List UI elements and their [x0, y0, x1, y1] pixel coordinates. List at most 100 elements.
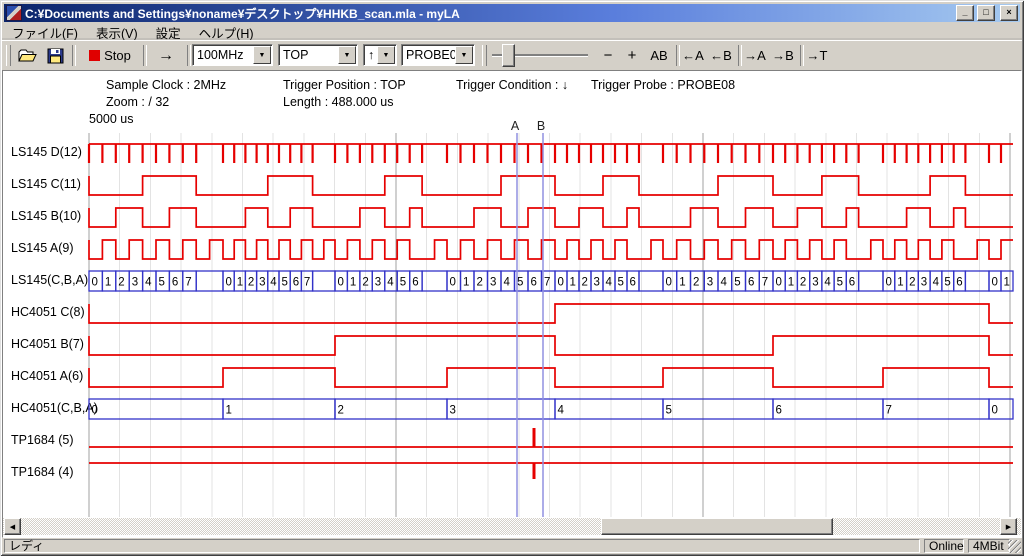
bus-cell-label: 3: [812, 277, 818, 289]
trigger-probe-combo[interactable]: PROBE00 ▼: [401, 44, 475, 66]
bus-cell-label: 2: [362, 277, 368, 289]
stop-label: Stop: [104, 48, 131, 63]
bus-cell-label: 4: [606, 277, 613, 289]
set-b-button[interactable]: →B: [770, 44, 796, 67]
bus-cell-label: 6: [293, 277, 299, 289]
sample-clock-combo[interactable]: 100MHz ▼: [192, 44, 273, 66]
bus-cell-label: 2: [118, 277, 124, 289]
toolbar-grip[interactable]: [6, 45, 11, 66]
bus-cell-label: 4: [721, 277, 728, 289]
bus-cell-label: 6: [412, 277, 418, 289]
chevron-down-icon[interactable]: ▼: [338, 46, 356, 64]
chevron-down-icon[interactable]: ▼: [253, 46, 271, 64]
bus-cell-label: 0: [92, 277, 98, 289]
bus-cell: [335, 399, 447, 419]
bus-cell-label: 1: [788, 277, 794, 289]
jump-to-trigger-button[interactable]: →T: [804, 44, 830, 67]
channel-wave: [89, 368, 1013, 387]
bus-cell-label: 0: [226, 277, 232, 289]
save-button[interactable]: [42, 44, 68, 67]
bus-cell-label: 2: [477, 277, 483, 289]
bus-cell-label: 3: [707, 277, 713, 289]
bus-cell: [196, 271, 223, 291]
horizontal-scrollbar[interactable]: ◀ ▶: [3, 518, 1021, 535]
bus-cell: [422, 271, 447, 291]
waveform-plot[interactable]: 0123456701234567012345601234567012345601…: [3, 71, 1021, 517]
status-memory-badge: 4MBit: [968, 539, 1010, 553]
cursor-b-label: B: [537, 119, 545, 133]
bus-cell-label: 6: [630, 277, 636, 289]
bus-cell-label: 7: [762, 277, 768, 289]
status-bar: レディ Online 4MBit: [2, 539, 1022, 554]
bus-cell-label: 4: [558, 405, 565, 417]
app-icon: [6, 5, 22, 21]
open-button[interactable]: [15, 44, 41, 67]
scroll-right-icon[interactable]: ▶: [1000, 518, 1017, 535]
toolbar-grip[interactable]: [482, 45, 487, 66]
bus-cell-label: 4: [933, 277, 940, 289]
app-window: C:¥Documents and Settings¥noname¥デスクトップ¥…: [0, 0, 1024, 556]
maximize-button[interactable]: □: [977, 5, 995, 21]
open-folder-icon: [18, 48, 38, 64]
close-button[interactable]: ×: [1000, 5, 1018, 21]
bus-cell-label: 4: [145, 277, 152, 289]
bus-cell-label: 6: [748, 277, 754, 289]
zoom-out-button[interactable]: −: [598, 44, 618, 67]
menu-bar: ファイル(F) 表示(V) 設定 ヘルプ(H): [3, 23, 263, 41]
channel-wave: [89, 240, 1013, 259]
bus-cell-label: 5: [944, 277, 950, 289]
bus-cell-label: 3: [490, 277, 496, 289]
bus-cell-label: 2: [338, 405, 344, 417]
bus-cell: [639, 271, 663, 291]
bus-cell-label: 5: [159, 277, 165, 289]
bus-cell-label: 6: [956, 277, 962, 289]
set-a-button[interactable]: →A: [742, 44, 768, 67]
toolbar-separator: [187, 45, 191, 66]
status-online-badge: Online: [924, 539, 964, 553]
bus-cell-label: 6: [531, 277, 537, 289]
bus-cell-label: 7: [304, 277, 310, 289]
channel-wave: [89, 176, 1013, 195]
bus-cell-label: 0: [666, 277, 672, 289]
trigger-edge-combo[interactable]: ↑ ▼: [363, 44, 397, 66]
status-ready: レディ: [4, 539, 920, 553]
jump-to-b-button[interactable]: ←B: [708, 44, 734, 67]
resize-grip[interactable]: [1008, 540, 1021, 553]
stop-icon: [89, 50, 100, 61]
minimize-button[interactable]: _: [956, 5, 974, 21]
stop-button[interactable]: Stop: [82, 44, 138, 67]
cursor-a-label: A: [511, 119, 520, 133]
trigger-position-value: TOP: [283, 48, 308, 62]
bus-cell-label: 1: [897, 277, 903, 289]
bus-cell-label: 4: [824, 277, 831, 289]
run-button[interactable]: →: [149, 44, 183, 67]
bus-cell-label: 4: [504, 277, 511, 289]
title-bar: C:¥Documents and Settings¥noname¥デスクトップ¥…: [4, 4, 1020, 22]
ab-button[interactable]: AB: [646, 44, 672, 67]
zoom-slider-thumb[interactable]: [502, 44, 515, 67]
scroll-left-icon[interactable]: ◀: [4, 518, 21, 535]
chevron-down-icon[interactable]: ▼: [455, 46, 473, 64]
bus-cell-label: 6: [776, 405, 782, 417]
bus-cell-label: 5: [400, 277, 406, 289]
bus-cell: [89, 399, 223, 419]
jump-to-a-button[interactable]: ←A: [680, 44, 706, 67]
bus-cell-label: 5: [618, 277, 624, 289]
trigger-position-combo[interactable]: TOP ▼: [278, 44, 358, 66]
zoom-in-button[interactable]: +: [622, 44, 642, 67]
bus-cell-label: 1: [463, 277, 469, 289]
bus-cell-label: 0: [992, 277, 998, 289]
chevron-down-icon[interactable]: ▼: [377, 46, 395, 64]
bus-cell: [555, 399, 663, 419]
bus-cell-label: 3: [132, 277, 138, 289]
bus-cell-label: 2: [693, 277, 699, 289]
bus-cell-label: 2: [800, 277, 806, 289]
bus-cell-label: 1: [237, 277, 243, 289]
bus-cell: [773, 399, 883, 419]
toolbar-separator: [143, 45, 147, 66]
bus-cell-label: 5: [517, 277, 523, 289]
scrollbar-thumb[interactable]: [601, 518, 833, 535]
bus-cell-label: 1: [226, 405, 232, 417]
scrollbar-track[interactable]: [3, 518, 1021, 535]
bus-cell-label: 0: [886, 277, 892, 289]
